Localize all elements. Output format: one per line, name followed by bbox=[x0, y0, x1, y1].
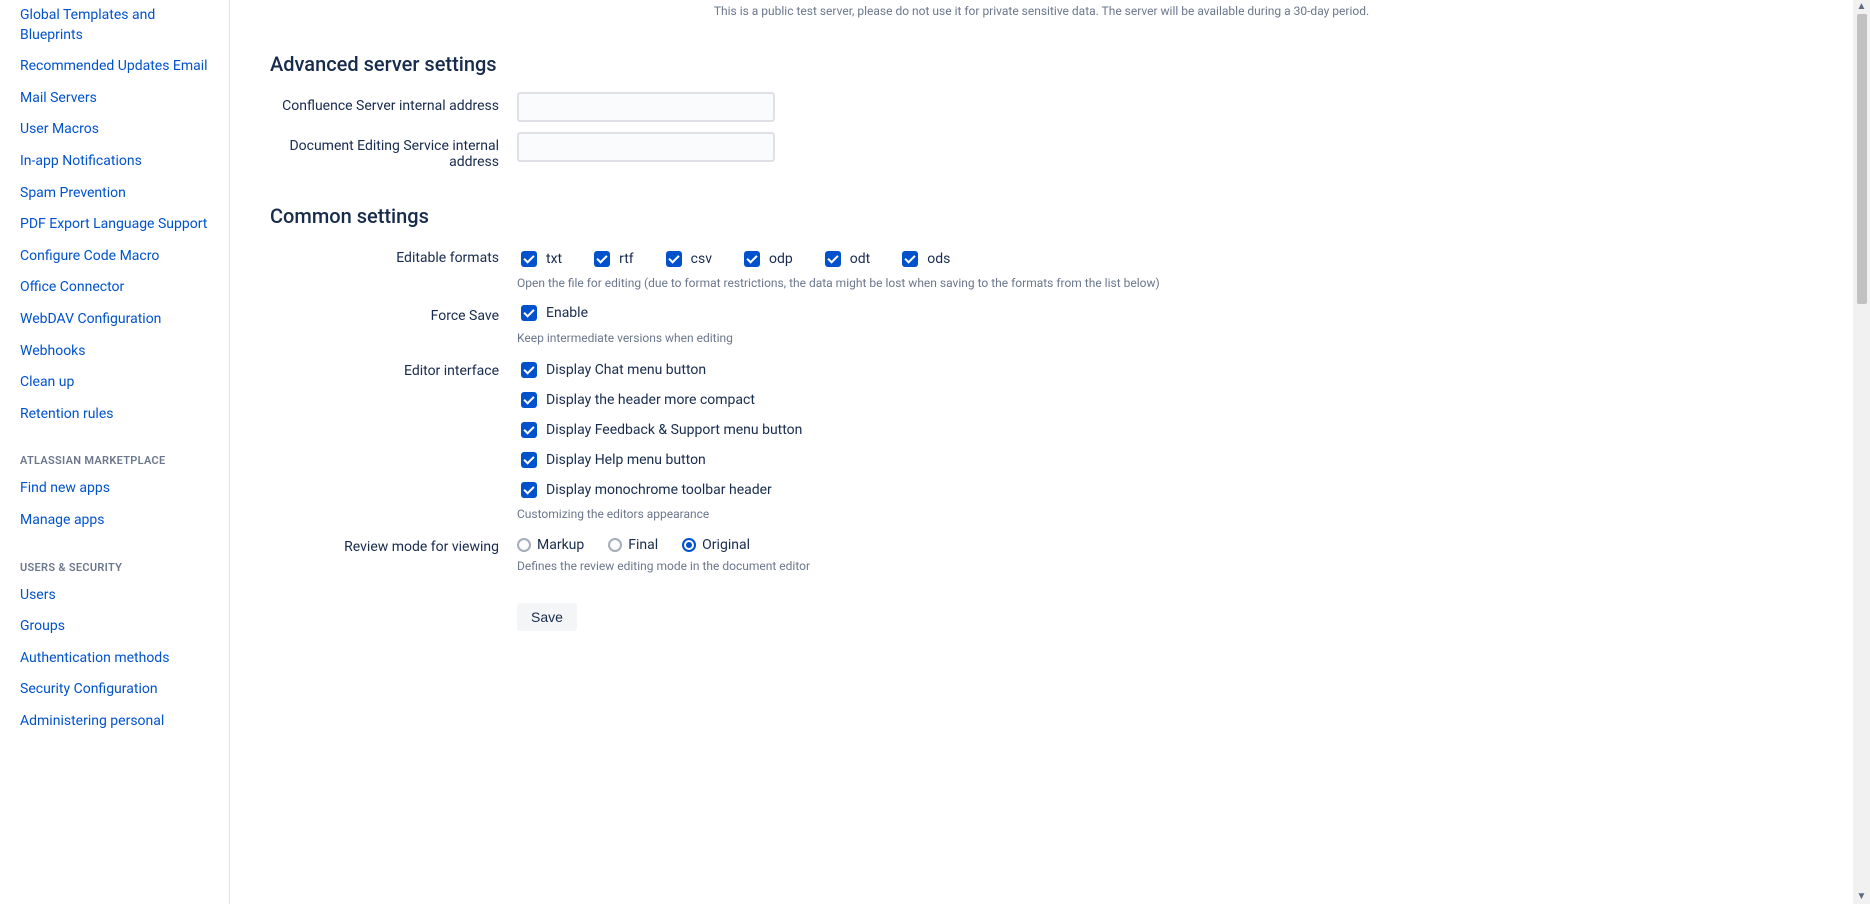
display-feedback-label: Display Feedback & Support menu button bbox=[546, 422, 802, 438]
sidebar-item[interactable]: Mail Servers bbox=[20, 83, 221, 115]
sidebar-item[interactable]: Groups bbox=[20, 611, 221, 643]
common-settings-title: Common settings bbox=[270, 204, 1813, 228]
editor-interface-hint: Customizing the editors appearance bbox=[517, 507, 1813, 521]
review-markup-label: Markup bbox=[537, 537, 584, 553]
format-ods-checkbox[interactable] bbox=[902, 251, 918, 267]
editable-formats-label: Editable formats bbox=[270, 244, 517, 266]
advanced-settings-title: Advanced server settings bbox=[270, 52, 1813, 76]
save-button[interactable]: Save bbox=[517, 603, 577, 631]
review-mode-hint: Defines the review editing mode in the d… bbox=[517, 559, 1813, 573]
force-save-label: Force Save bbox=[270, 302, 517, 324]
format-odt-label: odt bbox=[850, 251, 870, 267]
scroll-up-icon[interactable]: ▲ bbox=[1857, 2, 1867, 12]
monochrome-toolbar-label: Display monochrome toolbar header bbox=[546, 482, 772, 498]
scroll-thumb[interactable] bbox=[1857, 14, 1867, 304]
force-save-enable-label: Enable bbox=[546, 305, 588, 321]
sidebar-item[interactable]: Global Templates and Blueprints bbox=[20, 0, 221, 51]
confluence-address-input[interactable] bbox=[517, 92, 775, 122]
sidebar-item[interactable]: User Macros bbox=[20, 114, 221, 146]
confluence-address-label: Confluence Server internal address bbox=[270, 92, 517, 114]
sidebar: Global Templates and Blueprints Recommen… bbox=[0, 0, 230, 904]
docservice-address-input[interactable] bbox=[517, 132, 775, 162]
main-content: This is a public test server, please do … bbox=[230, 0, 1853, 904]
sidebar-item[interactable]: PDF Export Language Support bbox=[20, 209, 221, 241]
monochrome-toolbar-checkbox[interactable] bbox=[521, 482, 537, 498]
display-help-label: Display Help menu button bbox=[546, 452, 706, 468]
sidebar-item[interactable]: Spam Prevention bbox=[20, 178, 221, 210]
display-chat-label: Display Chat menu button bbox=[546, 362, 706, 378]
format-txt-checkbox[interactable] bbox=[521, 251, 537, 267]
editable-formats-hint: Open the file for editing (due to format… bbox=[517, 276, 1813, 290]
format-odp-checkbox[interactable] bbox=[744, 251, 760, 267]
format-rtf-label: rtf bbox=[619, 251, 634, 267]
sidebar-item[interactable]: Users bbox=[20, 580, 221, 612]
sidebar-section-users-security: USERS & SECURITY bbox=[20, 561, 221, 574]
sidebar-item[interactable]: Configure Code Macro bbox=[20, 241, 221, 273]
review-original-radio[interactable] bbox=[682, 538, 696, 552]
format-csv-label: csv bbox=[691, 251, 712, 267]
sidebar-item[interactable]: Administering personal bbox=[20, 706, 221, 738]
scroll-down-icon[interactable]: ▼ bbox=[1857, 892, 1867, 902]
compact-header-label: Display the header more compact bbox=[546, 392, 755, 408]
display-chat-checkbox[interactable] bbox=[521, 362, 537, 378]
format-rtf-checkbox[interactable] bbox=[594, 251, 610, 267]
scrollbar[interactable]: ▲ ▼ bbox=[1853, 0, 1870, 904]
sidebar-item[interactable]: Clean up bbox=[20, 367, 221, 399]
format-odp-label: odp bbox=[769, 251, 793, 267]
force-save-hint: Keep intermediate versions when editing bbox=[517, 331, 1813, 345]
review-final-label: Final bbox=[628, 537, 658, 553]
compact-header-checkbox[interactable] bbox=[521, 392, 537, 408]
review-final-radio[interactable] bbox=[608, 538, 622, 552]
editor-interface-label: Editor interface bbox=[270, 357, 517, 379]
display-help-checkbox[interactable] bbox=[521, 452, 537, 468]
review-original-label: Original bbox=[702, 537, 750, 553]
docservice-address-label: Document Editing Service internal addres… bbox=[270, 132, 517, 170]
display-feedback-checkbox[interactable] bbox=[521, 422, 537, 438]
sidebar-item[interactable]: In-app Notifications bbox=[20, 146, 221, 178]
sidebar-item[interactable]: WebDAV Configuration bbox=[20, 304, 221, 336]
review-mode-label: Review mode for viewing bbox=[270, 533, 517, 555]
sidebar-section-marketplace: ATLASSIAN MARKETPLACE bbox=[20, 454, 221, 467]
force-save-checkbox[interactable] bbox=[521, 305, 537, 321]
sidebar-item[interactable]: Security Configuration bbox=[20, 674, 221, 706]
review-markup-radio[interactable] bbox=[517, 538, 531, 552]
sidebar-item[interactable]: Recommended Updates Email bbox=[20, 51, 221, 83]
format-ods-label: ods bbox=[927, 251, 950, 267]
format-txt-label: txt bbox=[546, 251, 562, 267]
sidebar-item[interactable]: Retention rules bbox=[20, 399, 221, 431]
sidebar-item[interactable]: Manage apps bbox=[20, 505, 221, 537]
server-notice: This is a public test server, please do … bbox=[270, 0, 1813, 52]
format-odt-checkbox[interactable] bbox=[825, 251, 841, 267]
sidebar-item[interactable]: Webhooks bbox=[20, 336, 221, 368]
sidebar-item[interactable]: Find new apps bbox=[20, 473, 221, 505]
sidebar-item[interactable]: Office Connector bbox=[20, 272, 221, 304]
sidebar-item[interactable]: Authentication methods bbox=[20, 643, 221, 675]
format-csv-checkbox[interactable] bbox=[666, 251, 682, 267]
